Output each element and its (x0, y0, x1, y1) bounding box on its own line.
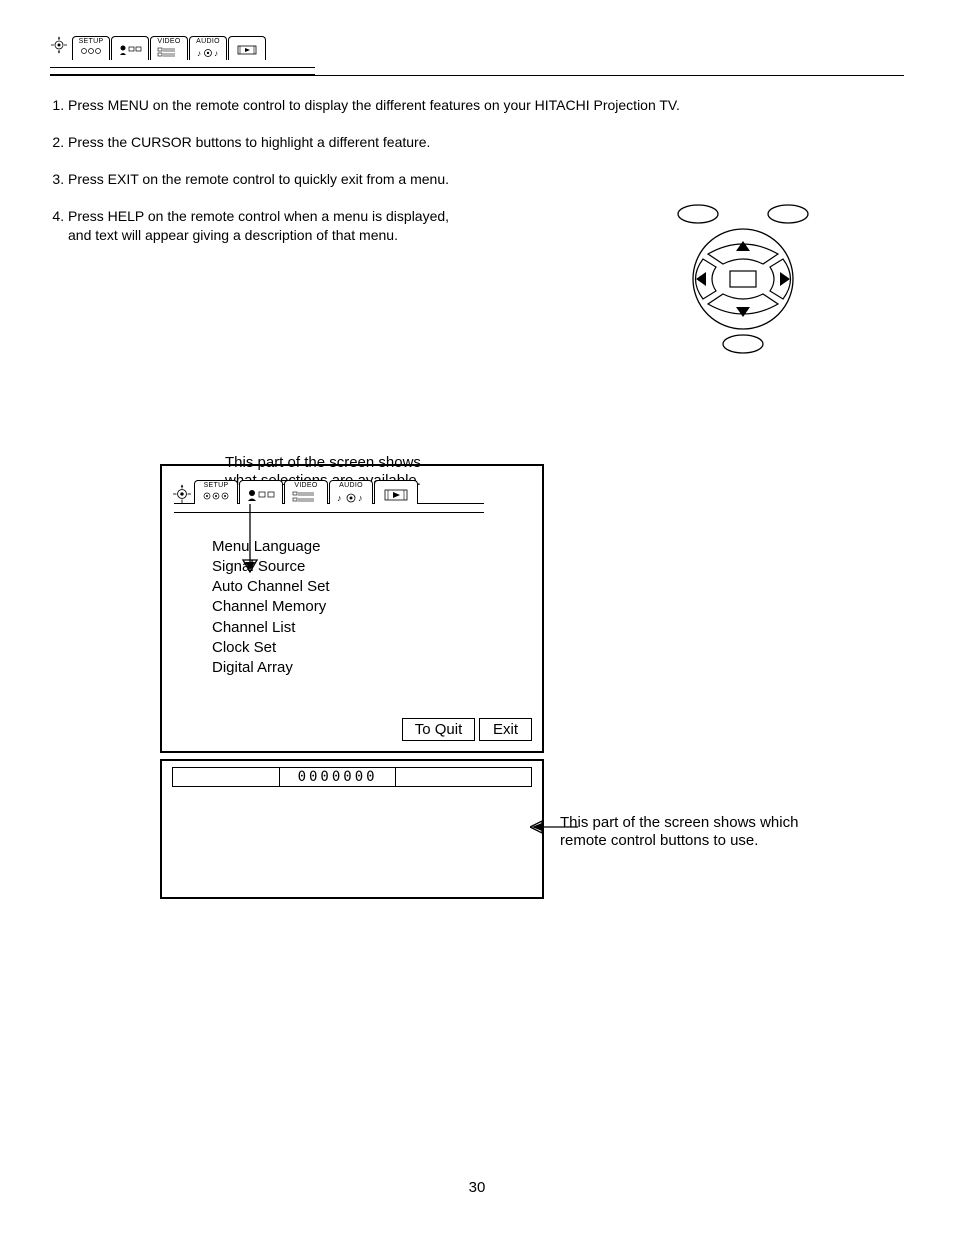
channel-strip: 0000000 (172, 767, 532, 787)
top-tab-strip: SETUP VIDEO AUDIO ♪♪ (50, 30, 904, 60)
audio-notes-icon: ♪♪ (336, 491, 366, 505)
quit-exit-bar: To Quit Exit (172, 718, 532, 741)
setup-circles-icon (202, 491, 230, 501)
tab-label: VIDEO (157, 38, 180, 45)
exit-label: Exit (479, 718, 532, 741)
annotation-right: This part of the screen shows which remo… (560, 814, 860, 852)
person-icon (246, 488, 276, 502)
tab-audio: AUDIO ♪♪ (189, 36, 227, 60)
svg-text:♪: ♪ (337, 493, 342, 503)
tab-audio: AUDIO ♪♪ (329, 480, 373, 504)
channel-strip-digits: 0000000 (279, 767, 396, 787)
step-text: Press the CURSOR buttons to highlight a … (68, 134, 430, 150)
tab-setup: SETUP (72, 36, 110, 60)
tab-label: AUDIO (196, 38, 220, 45)
target-icon (50, 36, 68, 54)
channel-strip-left (172, 767, 279, 787)
setup-circles-icon (80, 47, 102, 55)
person-icon (118, 44, 142, 56)
step-text: Press EXIT on the remote control to quic… (68, 171, 449, 187)
tv-menu-box: SETUP VIDEO (160, 464, 544, 754)
audio-notes-icon: ♪♪ (196, 47, 220, 59)
tab-blank-2 (228, 36, 266, 60)
channel-strip-right (396, 767, 532, 787)
svg-text:♪: ♪ (197, 49, 201, 58)
tab-label: SETUP (79, 38, 104, 45)
video-sliders-icon (157, 47, 181, 57)
top-tab-underline (50, 67, 315, 75)
tab-setup: SETUP (194, 480, 238, 504)
tab-label: SETUP (204, 482, 229, 489)
step-4: Press HELP on the remote control when a … (68, 207, 904, 364)
tab-video: VIDEO (284, 480, 328, 504)
remote-dpad-diagram (648, 199, 838, 364)
tab-video: VIDEO (150, 36, 188, 60)
steps-list: Press MENU on the remote control to disp… (50, 96, 904, 364)
horizontal-rule (50, 75, 904, 76)
annotation-line: This part of the screen shows which (560, 814, 798, 831)
svg-text:♪: ♪ (358, 493, 363, 503)
target-icon (172, 484, 192, 504)
step-text: Press MENU on the remote control to disp… (68, 97, 680, 113)
tab-blank-1 (111, 36, 149, 60)
step-text-line: Press HELP on the remote control when a … (68, 208, 449, 224)
tab-blank-1 (239, 480, 283, 504)
setup-menu-list: Menu Language Signal Source Auto Channel… (212, 537, 532, 679)
tv-screen-diagram: This part of the screen shows what selec… (160, 464, 910, 900)
step-1: Press MENU on the remote control to disp… (68, 96, 904, 115)
step-text-line: and text will appear giving a descriptio… (68, 227, 398, 243)
tab-blank-2 (374, 480, 418, 504)
film-icon (383, 488, 409, 502)
film-icon (236, 44, 258, 56)
step-3: Press EXIT on the remote control to quic… (68, 170, 904, 189)
svg-text:♪: ♪ (214, 49, 218, 58)
page-number: 30 (50, 1179, 904, 1196)
annotation-line: remote control buttons to use. (560, 832, 758, 849)
tv-status-box: 0000000 (160, 759, 544, 899)
tab-label: AUDIO (339, 482, 363, 489)
video-sliders-icon (292, 491, 320, 503)
tab-label: VIDEO (294, 482, 317, 489)
step-2: Press the CURSOR buttons to highlight a … (68, 133, 904, 152)
inner-tab-underline (174, 503, 484, 513)
to-quit-label: To Quit (402, 718, 475, 741)
